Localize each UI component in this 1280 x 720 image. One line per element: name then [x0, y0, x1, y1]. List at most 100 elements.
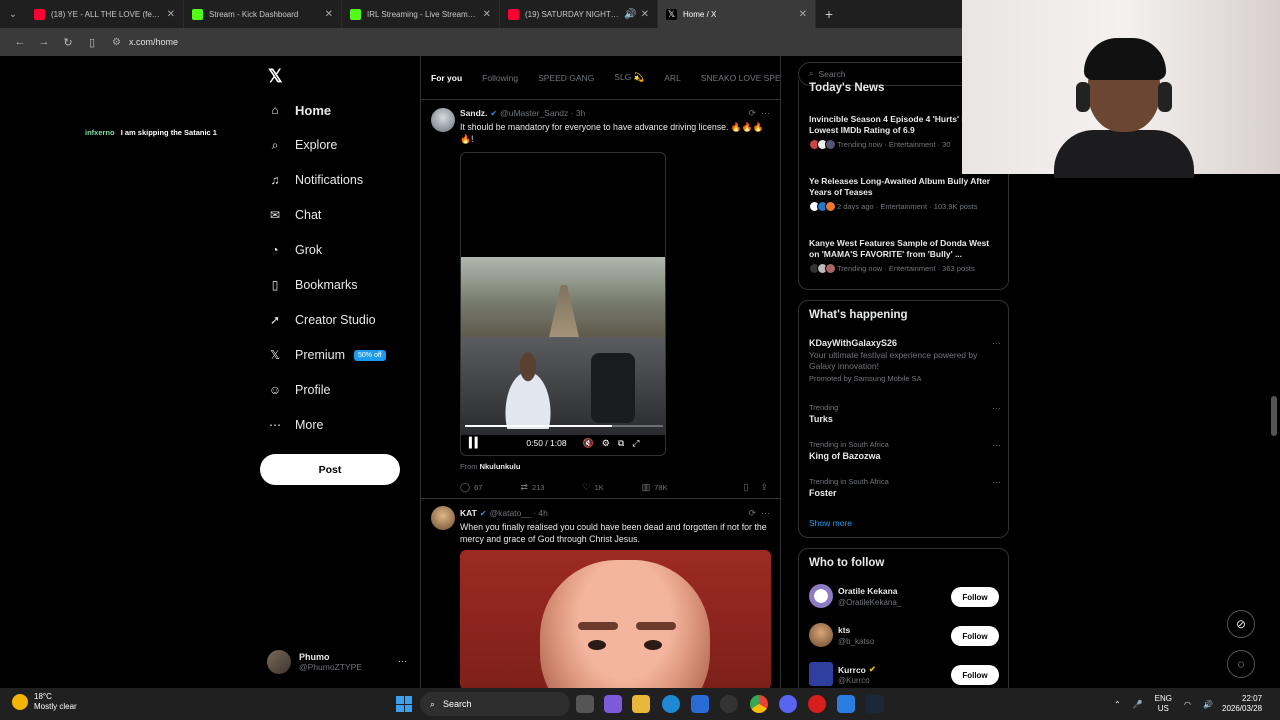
more-dots-icon[interactable]: ···: [761, 108, 770, 118]
browser-tab[interactable]: (19) SATURDAY NIGHT SREA 🔊 ✕: [500, 0, 658, 28]
microphone-icon[interactable]: 🎤: [1133, 700, 1143, 709]
close-tab-icon[interactable]: ✕: [167, 9, 175, 20]
taskbar-search[interactable]: ⌕ Search: [420, 692, 570, 716]
trend-item[interactable]: Trending Turks ···: [809, 403, 1001, 424]
wifi-icon[interactable]: ◠: [1184, 700, 1191, 709]
trend-item[interactable]: Trending in South Africa King of Bazozwa…: [809, 440, 1001, 461]
post-handle-time[interactable]: @uMaster_Sandz · 3h: [500, 108, 585, 118]
nav-bookmarks[interactable]: ▯ Bookmarks: [268, 273, 358, 297]
picture-in-picture-icon[interactable]: ⧉: [618, 438, 624, 449]
trend-item[interactable]: Trending in South Africa Foster ···: [809, 477, 1001, 498]
avatar[interactable]: [431, 108, 455, 132]
edge-icon[interactable]: [662, 695, 680, 713]
settings-icon[interactable]: ⚙: [602, 438, 610, 449]
windows-start-icon[interactable]: [396, 696, 412, 712]
repost-button[interactable]: ⇄ 213: [520, 482, 544, 493]
scrollbar[interactable]: [1271, 396, 1277, 436]
more-dots-icon[interactable]: ···: [992, 477, 1001, 487]
tab-for-you[interactable]: For you: [421, 56, 472, 100]
fullscreen-icon[interactable]: ⤢: [632, 438, 639, 449]
grok-icon[interactable]: ⟳: [748, 508, 756, 519]
bookmark-icon[interactable]: ▯: [744, 482, 749, 493]
share-icon[interactable]: ⇪: [760, 482, 768, 493]
account-switcher[interactable]: Phumo @PhumoZTYPE ···: [267, 648, 417, 676]
opera-icon[interactable]: [808, 695, 826, 713]
follow-button[interactable]: Follow: [951, 665, 999, 685]
store-icon[interactable]: [691, 695, 709, 713]
nav-more[interactable]: ⋯ More: [268, 413, 323, 437]
nav-explore[interactable]: ⌕ Explore: [268, 133, 338, 157]
close-tab-icon[interactable]: ✕: [799, 9, 807, 20]
post-button[interactable]: Post: [260, 454, 400, 485]
post-handle-time[interactable]: @katato__ · 4h: [490, 508, 548, 518]
nav-grok[interactable]: ◔ Grok: [268, 238, 322, 262]
nav-premium[interactable]: 𝕏 Premium 50% off: [268, 343, 386, 367]
browser-tab[interactable]: (18) YE - ALL THE LOVE (feat. A ✕: [26, 0, 184, 28]
more-dots-icon[interactable]: ···: [992, 440, 1001, 450]
weather-widget[interactable]: 18°C Mostly clear: [12, 692, 77, 712]
follow-suggestion[interactable]: Oratile Kekana @OratileKekana_ Follow: [809, 584, 999, 612]
x-logo-icon[interactable]: 𝕏: [268, 66, 283, 87]
new-tab-icon[interactable]: +: [816, 6, 842, 22]
photos-icon[interactable]: [837, 695, 855, 713]
language-indicator[interactable]: ENG US: [1155, 694, 1172, 714]
copilot-icon[interactable]: [604, 695, 622, 713]
grok-floating-icon[interactable]: ⊘: [1227, 610, 1255, 638]
follow-button[interactable]: Follow: [951, 587, 999, 607]
views-button[interactable]: ▥ 78K: [642, 482, 668, 493]
nav-creator-studio[interactable]: ➚ Creator Studio: [268, 308, 376, 332]
clock[interactable]: 22:07 2026/03/28: [1222, 694, 1262, 714]
back-icon[interactable]: ←: [8, 36, 32, 48]
tab-speed-gang[interactable]: SPEED GANG: [528, 56, 604, 100]
steam-icon[interactable]: [866, 695, 884, 713]
close-tab-icon[interactable]: ✕: [325, 9, 333, 20]
post-author-name[interactable]: Sandz.: [460, 108, 487, 118]
video-player[interactable]: ▍▍ 0:50 / 1:08 🔇 ⚙ ⧉ ⤢: [460, 152, 666, 456]
nav-profile[interactable]: ☺ Profile: [268, 378, 331, 402]
show-more-link[interactable]: Show more: [809, 518, 852, 528]
messages-floating-icon[interactable]: ◌: [1227, 650, 1255, 678]
nav-home[interactable]: ⌂ Home: [268, 98, 331, 122]
more-dots-icon[interactable]: ···: [761, 508, 770, 518]
url-field[interactable]: ⚙ x.com/home: [112, 37, 178, 48]
task-view-icon[interactable]: [576, 695, 594, 713]
file-explorer-icon[interactable]: [632, 695, 650, 713]
tab-arl[interactable]: ARL: [654, 56, 691, 100]
follow-button[interactable]: Follow: [951, 626, 999, 646]
news-item[interactable]: Kanye West Features Sample of Donda West…: [809, 238, 999, 274]
browser-tab[interactable]: IRL Streaming - Live Streams or ✕: [342, 0, 500, 28]
tab-sneako[interactable]: SNEAKO LOVE SPE: [691, 56, 780, 100]
post-author-name[interactable]: KAT: [460, 508, 477, 518]
browser-tab[interactable]: Stream - Kick Dashboard ✕: [184, 0, 342, 28]
discord-icon[interactable]: [779, 695, 797, 713]
reply-button[interactable]: ◯ 67: [460, 482, 482, 493]
more-dots-icon[interactable]: ···: [992, 338, 1001, 348]
source-name[interactable]: Nkulunkulu: [480, 462, 521, 471]
forward-icon[interactable]: →: [32, 36, 56, 48]
close-tab-icon[interactable]: ✕: [483, 9, 491, 20]
more-dots-icon[interactable]: ···: [398, 656, 407, 666]
trend-item[interactable]: KDayWithGalaxyS26 Your ultimate festival…: [809, 338, 1001, 383]
post[interactable]: Sandz. ✔ @uMaster_Sandz · 3h ⟳ ··· It sh…: [421, 100, 780, 500]
pause-icon[interactable]: ▍▍: [469, 438, 482, 449]
grok-icon[interactable]: ⟳: [748, 108, 756, 119]
news-item[interactable]: Ye Releases Long-Awaited Album Bully Aft…: [809, 176, 999, 212]
chevron-up-icon[interactable]: ⌃: [1114, 700, 1121, 709]
post-image[interactable]: [460, 550, 771, 688]
speaker-icon[interactable]: 🔊: [624, 9, 636, 20]
chrome-icon[interactable]: [750, 695, 768, 713]
reload-icon[interactable]: ↻: [56, 36, 80, 49]
like-button[interactable]: ♡ 1K: [582, 482, 603, 493]
browser-tab-active[interactable]: 𝕏 Home / X ✕: [658, 0, 816, 28]
close-tab-icon[interactable]: ✕: [641, 9, 649, 20]
follow-suggestion[interactable]: kts @b_katso Follow: [809, 623, 999, 651]
video-progress-bar[interactable]: [465, 425, 663, 427]
follow-suggestion[interactable]: Kurrco ✔ @Kurrco Follow: [809, 662, 999, 688]
tab-list-chevron-icon[interactable]: ⌄: [0, 0, 26, 28]
obs-icon[interactable]: [720, 695, 738, 713]
site-info-icon[interactable]: ⚙: [112, 37, 121, 48]
tab-following[interactable]: Following: [472, 56, 528, 100]
sidebar-toggle-icon[interactable]: ▯: [80, 36, 104, 49]
volume-icon[interactable]: 🔊: [1203, 700, 1213, 709]
nav-chat[interactable]: ✉ Chat: [268, 203, 321, 227]
